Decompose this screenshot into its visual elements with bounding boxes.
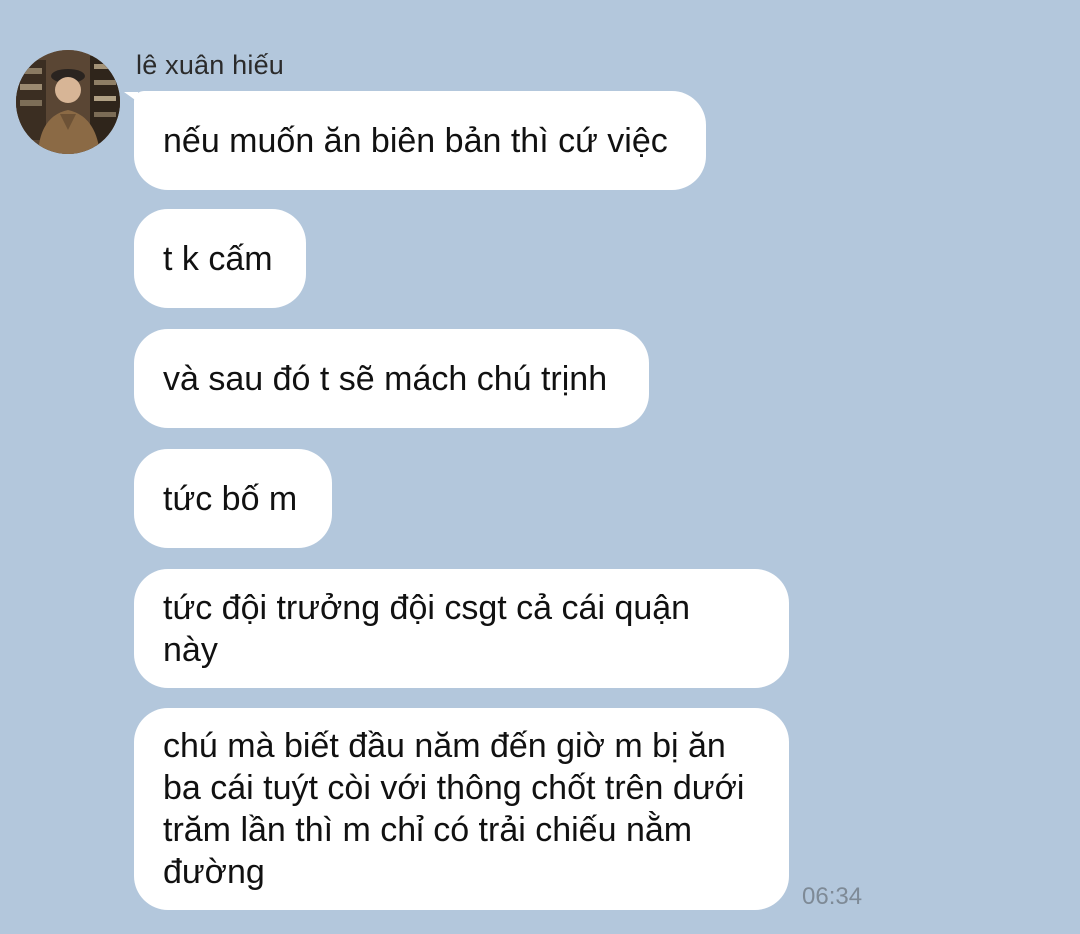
sender-avatar[interactable] <box>16 50 120 154</box>
chat-area: lê xuân hiếu nếu muốn ăn biên bản thì cứ… <box>0 0 1080 934</box>
message-timestamp: 06:34 <box>802 883 863 910</box>
message-bubble[interactable]: tức đội trưởng đội csgt cả cái quận này <box>134 569 789 688</box>
avatar-photo-icon <box>16 50 120 154</box>
message-bubble[interactable]: chú mà biết đầu năm đến giờ m bị ăn ba c… <box>134 708 789 910</box>
message-bubble[interactable]: tức bố m <box>134 449 332 548</box>
message-bubble[interactable]: t k cấm <box>134 209 306 308</box>
sender-name: lê xuân hiếu <box>136 50 285 80</box>
message-bubble[interactable]: nếu muốn ăn biên bản thì cứ việc <box>134 91 706 190</box>
message-bubble[interactable]: và sau đó t sẽ mách chú trịnh <box>134 329 649 428</box>
